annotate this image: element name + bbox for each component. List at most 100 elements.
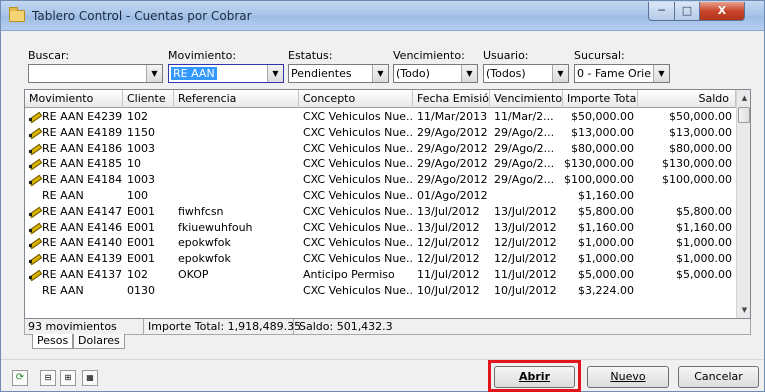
cell-venc: 13/Jul/2012 [490,204,563,219]
columns-icon[interactable]: ▦ [82,370,98,386]
cell-concepto: Anticipo Permiso [299,267,413,282]
estatus-label: Estatus: [288,49,333,62]
venc-value: 29/Ago/2... [494,141,555,155]
scroll-thumb[interactable] [738,107,750,123]
importe-value: $80,000.00 [571,141,634,155]
table-row[interactable]: RE AAN E4137 102 OKOP Anticipo Permiso 11/Ju… [25,267,736,282]
cell-cliente: E001 [123,235,174,250]
cell-cliente: 102 [123,109,174,124]
cell-importe: $1,160.00 [563,220,638,235]
fecha-value: 13/Jul/2012 [417,220,480,234]
usuario-label: Usuario: [483,49,529,62]
cell-referencia: fiwhfcsn [174,204,299,219]
cell-referencia [174,283,299,298]
close-button[interactable]: X [699,2,745,21]
cell-venc: 13/Jul/2012 [490,220,563,235]
movimiento-value: RE AAN E4185 [42,157,123,171]
cell-movimiento: RE AAN E4186 [25,141,123,156]
folder-icon [9,7,25,22]
table-row[interactable]: RE AAN 0130 CXC Vehiculos Nue... 10/Jul/201… [25,283,736,298]
table-row[interactable]: RE AAN E4139 E001 epokwfok CXC Vehiculos Nu… [25,251,736,266]
table-row[interactable]: RE AAN 100 CXC Vehiculos Nue... 01/Ago/2012… [25,188,736,203]
col-vencimiento[interactable]: Vencimiento [490,90,563,108]
minimize-button[interactable]: ─ [648,2,675,21]
table-header: Movimiento Cliente Referencia Concepto F… [25,90,736,108]
cell-fecha: 01/Ago/2012 [413,188,490,203]
col-concepto[interactable]: Concepto [299,90,413,108]
table-row[interactable]: RE AAN E4189 1150 CXC Vehiculos Nue... 29/A… [25,125,736,140]
scroll-up-icon[interactable]: ▲ [737,90,750,106]
cell-saldo: $50,000.00 [638,109,736,124]
sucursal-select[interactable]: 0 - Fame Orie ▼ [574,64,670,83]
col-cliente[interactable]: Cliente [123,90,174,108]
cell-venc: 29/Ago/2... [490,172,563,187]
cell-venc: 11/Mar/2... [490,109,563,124]
estatus-value: Pendientes [291,67,352,80]
table-row[interactable]: RE AAN E4146 E001 fkiuewuhfouh CXC Vehiculo… [25,220,736,235]
group-icon[interactable]: ⊟ [40,370,56,386]
cell-importe: $5,000.00 [563,267,638,282]
concepto-value: CXC Vehiculos Nue... [303,236,413,250]
movements-table: Movimiento Cliente Referencia Concepto F… [24,89,751,319]
status-saldo: Saldo: 501,432.3 [299,320,393,333]
chevron-down-icon[interactable]: ▼ [267,65,283,82]
cell-fecha: 13/Jul/2012 [413,204,490,219]
cancelar-button[interactable]: Cancelar [678,366,759,388]
col-saldo[interactable]: Saldo [638,90,736,108]
cell-fecha: 12/Jul/2012 [413,235,490,250]
nuevo-button[interactable]: Nuevo [587,366,669,388]
table-row[interactable]: RE AAN E4239 102 CXC Vehiculos Nue... 11/Ma… [25,109,736,124]
chevron-down-icon[interactable]: ▼ [146,65,162,82]
referencia-value: fkiuewuhfouh [178,220,253,234]
cell-referencia: OKOP [174,267,299,282]
movimiento-select[interactable]: RE AAN ▼ [168,64,284,83]
estatus-select[interactable]: Pendientes ▼ [288,64,389,83]
pencil-icon [29,269,41,279]
maximize-button[interactable]: □ [674,2,700,21]
cliente-value: E001 [127,220,155,234]
vertical-scrollbar[interactable]: ▲ ▼ [736,90,750,318]
col-movimiento[interactable]: Movimiento [25,90,123,108]
fecha-value: 10/Jul/2012 [417,283,480,297]
table-row[interactable]: RE AAN E4140 E001 epokwfok CXC Vehiculos Nu… [25,235,736,250]
movimiento-value: RE AAN E4139 [42,252,123,266]
table-row[interactable]: RE AAN E4186 1003 CXC Vehiculos Nue... 29/A… [25,141,736,156]
cell-concepto: CXC Vehiculos Nue... [299,109,413,124]
col-referencia[interactable]: Referencia [174,90,299,108]
cell-venc: 29/Ago/2... [490,141,563,156]
saldo-value: $100,000.00 [662,173,732,187]
table-row[interactable]: RE AAN E4185 10 CXC Vehiculos Nue... 29/Ago… [25,156,736,171]
cell-saldo: $5,800.00 [638,204,736,219]
movimiento-value: RE AAN E4137 [42,268,123,281]
chevron-down-icon[interactable]: ▼ [372,65,388,82]
title-bar[interactable]: Tablero Control - Cuentas por Cobrar ─ □… [1,1,764,31]
buscar-input[interactable]: ▼ [28,64,163,83]
importe-value: $1,160.00 [578,220,634,234]
status-importe-total: Importe Total: 1,918,489.35 [144,319,301,334]
col-fecha-emision[interactable]: Fecha Emisión [413,90,490,108]
usuario-select[interactable]: (Todos) ▼ [483,64,569,83]
col-importe-total[interactable]: Importe Total [563,90,638,108]
cliente-value: 102 [127,268,148,281]
scroll-down-icon[interactable]: ▼ [737,302,750,318]
importe-value: $1,000.00 [578,236,634,250]
chevron-down-icon[interactable]: ▼ [552,65,568,82]
expand-icon[interactable]: ⊞ [60,370,76,386]
fecha-value: 29/Ago/2012 [417,141,488,155]
vencimiento-select[interactable]: (Todo) ▼ [393,64,478,83]
saldo-value: $1,000.00 [676,252,732,266]
abrir-button[interactable]: Abrir [494,366,575,388]
table-row[interactable]: RE AAN E4184 1003 CXC Vehiculos Nue... 29/A… [25,172,736,187]
venc-value: 13/Jul/2012 [494,204,557,218]
tab-dolares[interactable]: Dolares [73,334,125,349]
cell-concepto: CXC Vehiculos Nue... [299,188,413,203]
importe-value: $3,224.00 [578,283,634,297]
chevron-down-icon[interactable]: ▼ [461,65,477,82]
table-row[interactable]: RE AAN E4147 E001 fiwhfcsn CXC Vehiculos Nu… [25,204,736,219]
refresh-icon[interactable]: ⟳ [12,370,28,386]
cell-concepto: CXC Vehiculos Nue... [299,125,413,140]
minimize-icon: ─ [658,4,665,17]
chevron-down-icon[interactable]: ▼ [653,65,669,82]
cell-concepto: CXC Vehiculos Nue... [299,220,413,235]
tab-pesos[interactable]: Pesos [32,334,74,349]
